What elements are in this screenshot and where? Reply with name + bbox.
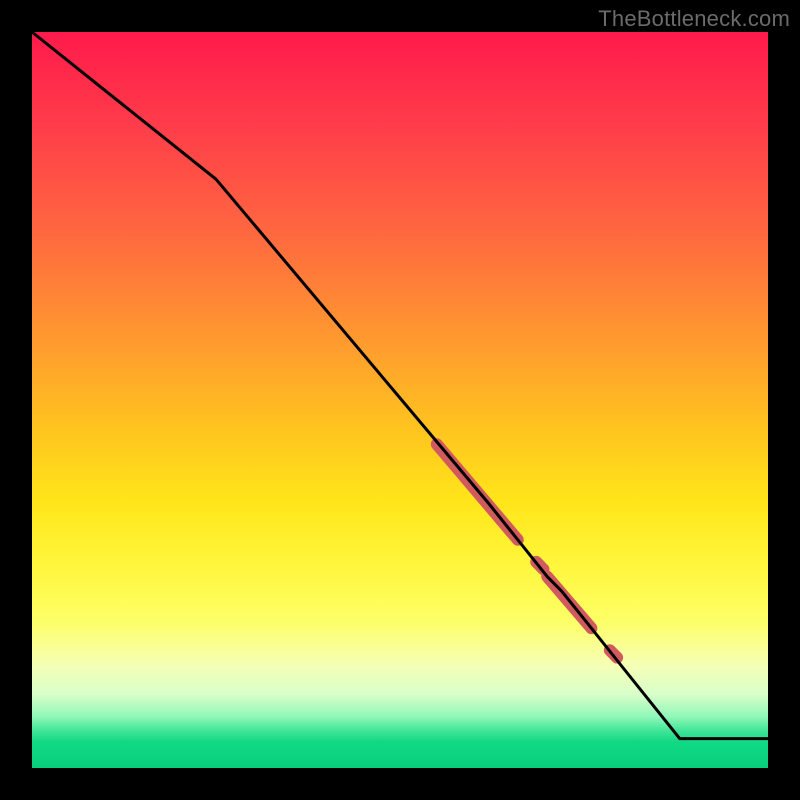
main-curve <box>32 32 768 739</box>
chart-svg <box>32 32 768 768</box>
watermark-text: TheBottleneck.com <box>598 6 790 32</box>
chart-frame: TheBottleneck.com <box>0 0 800 800</box>
